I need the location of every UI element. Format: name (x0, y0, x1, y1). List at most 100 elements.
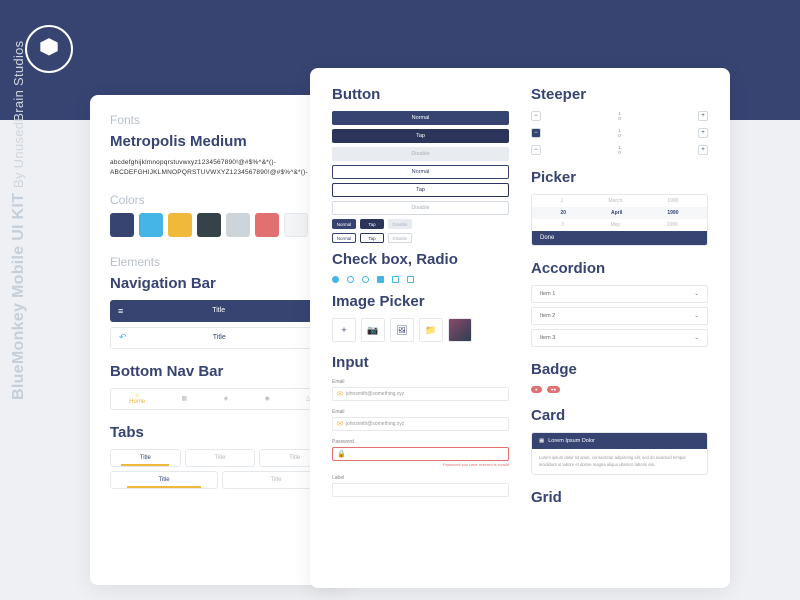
swatch-grey[interactable] (226, 213, 250, 237)
swatch-dark[interactable] (197, 213, 221, 237)
password-label: Password (332, 439, 509, 445)
tabs-row-1: Title Title Title (110, 449, 330, 467)
bottomnav-heading: Bottom Nav Bar (110, 363, 330, 380)
badge-row: ● ●● (531, 386, 708, 393)
card-title: Lorem Ipsum Dolor (548, 438, 595, 444)
steeper-plus-3[interactable]: + (698, 145, 708, 155)
swatch-gold[interactable] (168, 213, 192, 237)
pick-d1: 20 (560, 210, 566, 216)
btn-outline-tap[interactable]: Tap (332, 183, 509, 197)
card-heading: Card (531, 407, 708, 424)
pick-d2: 3 (561, 222, 564, 228)
tab-1[interactable]: Title (110, 449, 181, 467)
navbar-title: Title (212, 307, 225, 314)
check-off-2[interactable] (407, 276, 414, 283)
panel-right: Button Normal Tap Disable Normal Tap Dis… (310, 68, 730, 588)
tab-2[interactable]: Title (185, 449, 256, 467)
chevron-down-icon: ⌄ (694, 313, 699, 319)
date-picker[interactable]: 1March1990 20April1990 3May1990 Done (531, 194, 708, 246)
mail-icon: ✉ (337, 390, 343, 398)
btn-primary-tap[interactable]: Tap (332, 129, 509, 143)
color-swatches (110, 213, 330, 237)
pick-y0: 1990 (667, 198, 678, 204)
chevron-down-icon: ⌄ (694, 291, 699, 297)
input-heading: Input (332, 354, 509, 371)
bnav-2[interactable]: ▦ (182, 395, 188, 402)
navbar-light: ↶ Title ⤴ (110, 327, 330, 349)
ip-add[interactable]: + (332, 318, 356, 342)
badge-heading: Badge (531, 361, 708, 378)
bnav-home-label: Home (129, 399, 145, 405)
label-label: Label (332, 475, 509, 481)
btn-sm-tap[interactable]: Tap (360, 219, 384, 229)
accordion-1[interactable]: Item 1⌄ (531, 285, 708, 303)
radio-off-2[interactable] (362, 276, 369, 283)
radio-on[interactable] (332, 276, 339, 283)
label-input[interactable] (332, 483, 509, 497)
navbar-title-2: Title (213, 334, 226, 341)
accordion-heading: Accordion (531, 260, 708, 277)
ip-thumb[interactable] (448, 318, 472, 342)
card-header: ▦Lorem Ipsum Dolor (532, 433, 707, 449)
bnav-3[interactable]: ◈ (224, 395, 229, 402)
pick-m2: May (611, 222, 620, 228)
steeper-plus-2[interactable]: + (698, 128, 708, 138)
email-label-2: Email (332, 409, 509, 415)
bnav-4[interactable]: ◉ (265, 395, 270, 402)
btn-primary-normal[interactable]: Normal (332, 111, 509, 125)
btn-sm-o-dis: Disable (388, 233, 412, 243)
acc-3-label: Item 3 (540, 335, 555, 341)
btn-sm-o-normal[interactable]: Normal (332, 233, 356, 243)
btn-primary-disabled: Disable (332, 147, 509, 161)
steeper-minus[interactable]: − (531, 111, 541, 121)
accordion-2[interactable]: Item 2 ⌄ (531, 307, 708, 325)
badge-2: ●● (547, 386, 560, 393)
ip-gallery[interactable]: 🖼 (390, 318, 414, 342)
mail-icon-2: ✉ (337, 420, 343, 428)
email-placeholder: johnsmith@something.xyz (346, 391, 404, 397)
fonts-heading: Fonts (110, 113, 330, 127)
steeper-minus-3[interactable]: − (531, 145, 541, 155)
steeper-num-3b: 0 (618, 150, 621, 155)
bnav-home[interactable]: ⌂Home (129, 393, 145, 405)
btn-sm-normal[interactable]: Normal (332, 219, 356, 229)
password-error: Password you have entered is invalid (332, 462, 509, 467)
menu-icon[interactable]: ≡ (118, 306, 123, 316)
radio-off[interactable] (347, 276, 354, 283)
steeper-minus-2[interactable]: − (531, 128, 541, 138)
tab-1b[interactable]: Title (110, 471, 218, 489)
charset: abcdefghijklmnopqrstuvwxyz1234567890!@#$… (110, 158, 330, 179)
ip-camera[interactable]: 📷 (361, 318, 385, 342)
check-on[interactable] (377, 276, 384, 283)
btn-outline-disabled: Disable (332, 201, 509, 215)
check-off[interactable] (392, 276, 399, 283)
steeper-plus[interactable]: + (698, 111, 708, 121)
email-label: Email (332, 379, 509, 385)
charset-lower: abcdefghijklmnopqrstuvwxyz1234567890!@#$… (110, 158, 330, 168)
steeper-group: −10+ −10+ −10+ (531, 111, 708, 155)
checkbox-row (332, 276, 509, 283)
swatch-light[interactable] (284, 213, 308, 237)
ip-file[interactable]: 📁 (419, 318, 443, 342)
picker-done[interactable]: Done (532, 231, 707, 245)
font-family: Metropolis Medium (110, 133, 330, 150)
navbar-heading: Navigation Bar (110, 275, 330, 292)
steeper-heading: Steeper (531, 86, 708, 103)
grid-heading: Grid (531, 489, 708, 506)
password-input[interactable]: 🔒 (332, 447, 509, 461)
email-input-2[interactable]: ✉johnsmith@something.xyz (332, 417, 509, 431)
back-icon[interactable]: ↶ (119, 332, 127, 343)
swatch-blue[interactable] (139, 213, 163, 237)
accordion-3[interactable]: Item 3⌄ (531, 329, 708, 347)
btn-outline-normal[interactable]: Normal (332, 165, 509, 179)
acc-2-label: Item 2 (540, 313, 555, 319)
card-example[interactable]: ▦Lorem Ipsum Dolor Lorem ipsum dolor sit… (531, 432, 708, 475)
swatch-navy[interactable] (110, 213, 134, 237)
email-placeholder-2: johnsmith@something.xyz (346, 421, 404, 427)
btn-sm-o-tap[interactable]: Tap (360, 233, 384, 243)
brand-logo (25, 25, 73, 73)
swatch-red[interactable] (255, 213, 279, 237)
pick-y2: 1990 (667, 222, 678, 228)
charset-upper: ABCDEFGHIJKLMNOPQRSTUVWXYZ1234567890!@#$… (110, 168, 330, 178)
email-input[interactable]: ✉johnsmith@something.xyz (332, 387, 509, 401)
